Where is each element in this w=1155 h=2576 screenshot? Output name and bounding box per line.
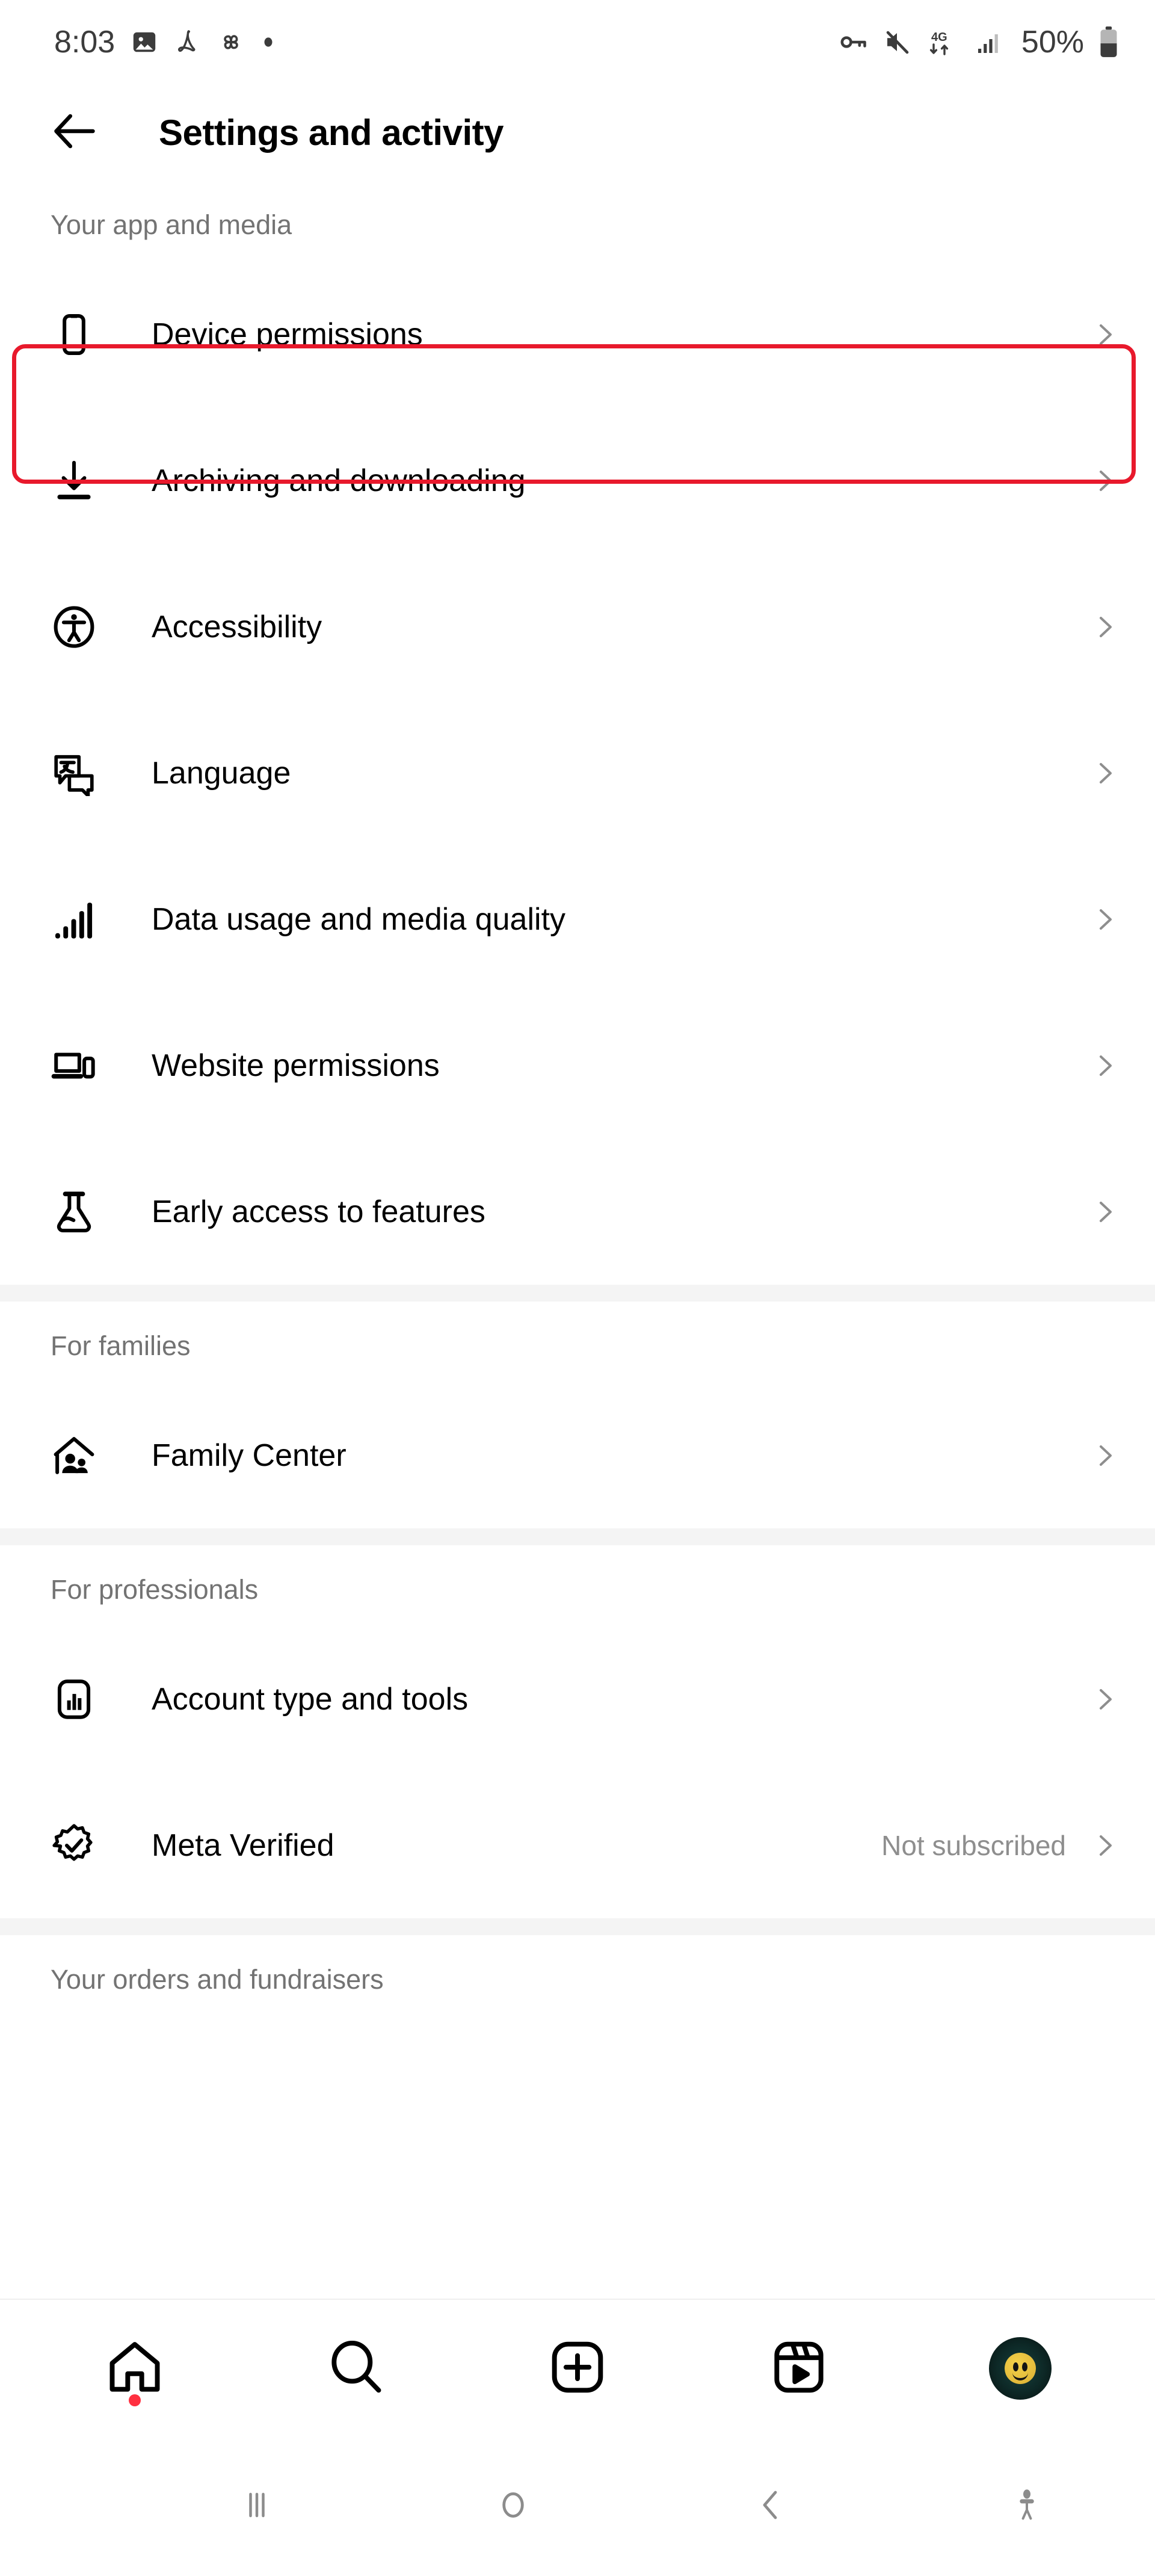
accessibility-person-icon xyxy=(1008,2486,1046,2527)
status-badge: Not subscribed xyxy=(881,1829,1066,1861)
settings-row-archiving-and-downloading[interactable]: Archiving and downloading xyxy=(0,407,1155,554)
battery-percent-label: 50% xyxy=(1021,25,1084,60)
section-label-for-families: For families xyxy=(51,1330,191,1361)
section-label-for-professionals: For professionals xyxy=(51,1574,259,1605)
network-4g-icon: 4G xyxy=(926,26,960,58)
settings-row-meta-verified[interactable]: Meta Verified Not subscribed xyxy=(0,1772,1155,1918)
nav-create-post[interactable] xyxy=(523,2323,632,2414)
nav-search[interactable] xyxy=(302,2323,410,2414)
create-post-icon xyxy=(547,2337,608,2400)
devices-icon xyxy=(48,1040,100,1092)
signal-bars-icon xyxy=(975,28,1003,57)
back-button[interactable] xyxy=(46,103,103,161)
chevron-right-icon xyxy=(1089,1685,1119,1714)
chevron-right-icon xyxy=(1089,1831,1119,1860)
settings-row-label: Early access to features xyxy=(152,1194,485,1229)
chevron-right-icon xyxy=(1089,466,1119,495)
signal-bars-icon xyxy=(48,894,100,945)
settings-row-label: Device permissions xyxy=(152,317,423,352)
nav-profile[interactable] xyxy=(966,2323,1074,2414)
recents-icon xyxy=(235,2483,279,2530)
family-house-icon xyxy=(48,1430,100,1481)
android-accessibility-button[interactable] xyxy=(898,2486,1155,2527)
settings-row-label: Account type and tools xyxy=(152,1681,469,1717)
reels-icon xyxy=(769,2337,829,2400)
chevron-right-icon xyxy=(1089,1441,1119,1470)
chevron-right-icon xyxy=(1089,759,1119,788)
android-home-button[interactable] xyxy=(385,2483,642,2530)
battery-icon xyxy=(1098,26,1119,58)
app-header: Settings and activity xyxy=(0,84,1155,181)
download-icon xyxy=(48,455,100,507)
settings-row-data-usage-and-media-quality[interactable]: Data usage and media quality xyxy=(0,846,1155,992)
avatar-eye-right xyxy=(1022,2362,1027,2371)
volume-mute-icon xyxy=(883,28,912,57)
home-icon xyxy=(105,2337,165,2400)
status-bar: 8:03 4G 50% xyxy=(0,0,1155,84)
adobe-acrobat-icon xyxy=(174,28,202,56)
chevron-right-icon xyxy=(1089,1197,1119,1226)
photo-icon xyxy=(131,28,158,56)
dot-icon xyxy=(260,34,276,50)
android-back-button[interactable] xyxy=(642,2483,899,2530)
vpn-key-icon xyxy=(837,26,869,58)
settings-row-label: Accessibility xyxy=(152,609,322,644)
avatar-eye-left xyxy=(1013,2362,1018,2371)
settings-list: Your app and media Device permissions Ar… xyxy=(0,181,1155,2299)
page-title: Settings and activity xyxy=(159,112,504,153)
meta-verified-badge-icon xyxy=(48,1820,100,1871)
settings-row-label: Archiving and downloading xyxy=(152,463,526,498)
settings-row-accessibility[interactable]: Accessibility xyxy=(0,554,1155,700)
accessibility-icon xyxy=(48,601,100,653)
profile-avatar xyxy=(989,2337,1052,2400)
section-label-your-app-and-media: Your app and media xyxy=(51,209,292,240)
settings-row-language[interactable]: Language xyxy=(0,700,1155,846)
nav-home[interactable] xyxy=(81,2323,189,2414)
section-divider-band xyxy=(0,1528,1155,1545)
chevron-right-icon xyxy=(1089,1051,1119,1080)
bar-chart-icon xyxy=(48,1673,100,1725)
settings-row-label: Language xyxy=(152,755,291,791)
back-chevron-icon xyxy=(748,2483,792,2530)
settings-row-label: Website permissions xyxy=(152,1048,440,1083)
settings-row-label: Meta Verified xyxy=(152,1827,334,1863)
flask-icon xyxy=(48,1186,100,1238)
chevron-right-icon xyxy=(1089,320,1119,349)
phone-icon xyxy=(48,309,100,360)
section-divider-band xyxy=(0,1918,1155,1935)
settings-row-device-permissions[interactable]: Device permissions xyxy=(0,261,1155,407)
section-divider-band xyxy=(0,1285,1155,1302)
settings-row-website-permissions[interactable]: Website permissions xyxy=(0,992,1155,1138)
nav-reels[interactable] xyxy=(745,2323,853,2414)
section-label-your-orders-and-fundraisers: Your orders and fundraisers xyxy=(51,1964,384,1995)
search-icon xyxy=(326,2337,386,2400)
android-recents-button[interactable] xyxy=(128,2483,385,2530)
android-system-nav xyxy=(0,2437,1155,2576)
chevron-right-icon xyxy=(1089,905,1119,934)
avatar-face xyxy=(1005,2353,1036,2384)
settings-row-label: Data usage and media quality xyxy=(152,901,566,937)
settings-row-early-access-to-features[interactable]: Early access to features xyxy=(0,1138,1155,1285)
settings-row-label: Family Center xyxy=(152,1438,346,1473)
status-bar-left: 8:03 xyxy=(54,24,276,60)
phone-screen: 8:03 4G 50% Settings and activity Your a… xyxy=(0,0,1155,2576)
status-clock: 8:03 xyxy=(54,25,116,60)
avatar-mouth xyxy=(1012,2371,1028,2380)
chevron-right-icon xyxy=(1089,613,1119,641)
settings-row-family-center[interactable]: Family Center xyxy=(0,1382,1155,1528)
pinwheel-icon xyxy=(217,28,245,56)
settings-row-account-type-and-tools[interactable]: Account type and tools xyxy=(0,1626,1155,1772)
home-notification-badge xyxy=(129,2394,141,2406)
svg-text:4G: 4G xyxy=(931,31,947,44)
status-bar-right: 4G 50% xyxy=(837,24,1119,60)
arrow-left-icon xyxy=(49,105,100,160)
bottom-navigation-bar xyxy=(0,2299,1155,2437)
home-circle-icon xyxy=(491,2483,535,2530)
translate-icon xyxy=(48,747,100,799)
